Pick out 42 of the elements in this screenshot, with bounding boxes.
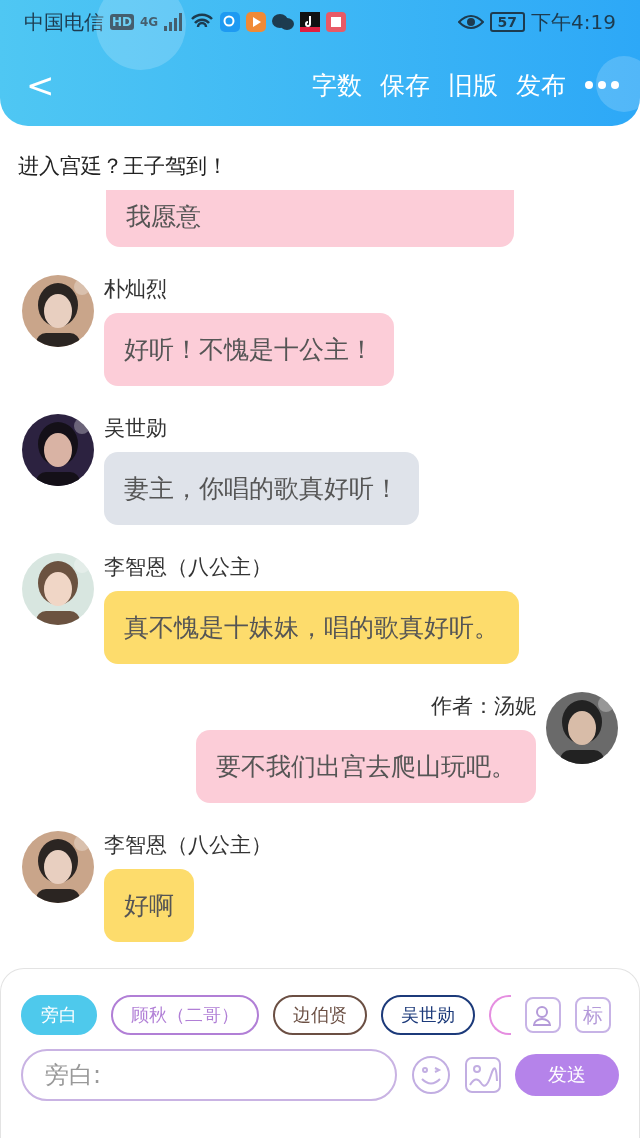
image-icon[interactable] <box>465 1057 502 1093</box>
sender-name: 吴世勋 <box>104 415 167 442</box>
tag-button[interactable]: 标 <box>575 997 611 1033</box>
more-icon[interactable] <box>584 80 620 90</box>
role-chip[interactable]: 吴世勋 <box>381 995 475 1035</box>
message-input[interactable]: 旁白: <box>21 1049 398 1101</box>
header-action[interactable]: 保存 <box>380 68 430 102</box>
message-bubble: 好听！不愧是十公主！ <box>104 313 394 386</box>
sender-name: 朴灿烈 <box>104 276 167 303</box>
book-app-icon <box>326 12 347 32</box>
signal-icon <box>164 13 185 31</box>
music-app-icon <box>300 12 321 32</box>
role-chip[interactable]: 旁白 <box>21 995 97 1035</box>
sender-name: 作者：汤妮 <box>431 693 536 720</box>
back-button[interactable]: < <box>20 65 61 105</box>
role-chip[interactable]: 顾秋（二哥） <box>111 995 259 1035</box>
search-app-icon <box>220 12 241 32</box>
header-action[interactable]: 旧版 <box>448 68 498 102</box>
chat-app-icon <box>272 13 295 31</box>
message-bubble: 妻主，你唱的歌真好听！ <box>104 452 419 525</box>
character-button[interactable] <box>525 997 561 1033</box>
battery-indicator: 57 <box>489 12 526 32</box>
message-bubble: 好啊 <box>104 869 194 942</box>
header-action[interactable]: 字数 <box>312 68 362 102</box>
message-bubble: 我愿意 <box>106 190 514 247</box>
message-bubble: 要不我们出宫去爬山玩吧。 <box>196 730 536 803</box>
clock-text: 下午4:19 <box>531 8 616 36</box>
eye-icon <box>457 14 484 30</box>
role-chip[interactable]: 边伯贤 <box>273 995 367 1035</box>
role-chip[interactable] <box>489 995 511 1035</box>
emoji-icon[interactable] <box>411 1055 452 1095</box>
bubble-decoration <box>596 56 640 112</box>
send-button[interactable]: 发送 <box>515 1054 619 1096</box>
message-bubble: 真不愧是十妹妹，唱的歌真好听。 <box>104 591 519 664</box>
narration-text: 进入宫廷？王子驾到！ <box>17 153 229 180</box>
carrier-text: 中国电信 <box>24 8 104 36</box>
hd-badge: HD <box>110 14 134 30</box>
network-text: 4G <box>140 15 159 29</box>
header-action[interactable]: 发布 <box>516 68 566 102</box>
sender-name: 李智恩（八公主） <box>104 554 272 581</box>
sender-name: 李智恩（八公主） <box>104 832 272 859</box>
play-app-icon <box>246 12 267 32</box>
